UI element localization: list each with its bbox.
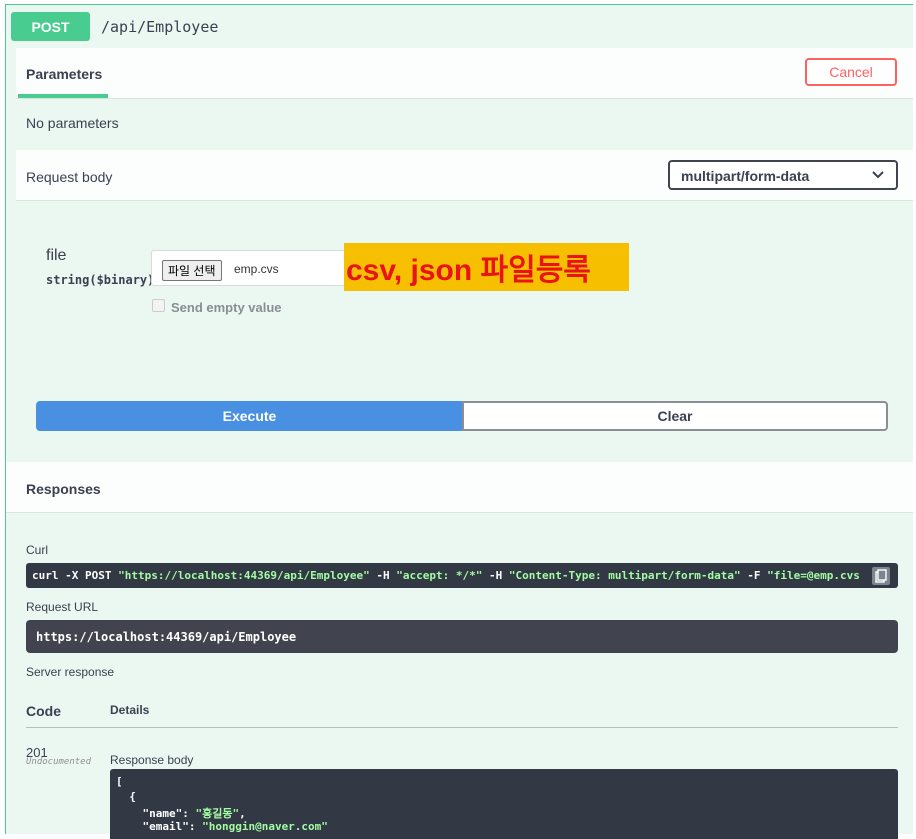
copy-icon[interactable] (872, 567, 890, 585)
request-url-label: Request URL (26, 600, 99, 614)
response-body-box[interactable]: [ { "name": "홍길동", "email": "honggin@nav… (110, 769, 898, 839)
json-value: "홍길동" (195, 807, 240, 820)
json-comma: , (239, 807, 246, 820)
request-body-header: Request body multipart/form-data (16, 150, 913, 201)
curl-content-type: "Content-Type: multipart/form-data" (508, 569, 741, 582)
curl-form-flag: -F (740, 569, 768, 582)
operation-summary[interactable]: POST /api/Employee (6, 5, 913, 47)
chevron-down-icon (872, 167, 884, 186)
no-parameters-text: No parameters (26, 115, 119, 131)
json-line: "name": "홍길동", (116, 805, 246, 821)
undocumented-label: Undocumented (26, 757, 92, 767)
parameters-header: Parameters Cancel (16, 48, 913, 99)
clear-button[interactable]: Clear (462, 401, 888, 431)
json-key: "name": (116, 807, 196, 820)
file-input[interactable]: 파일 선택 emp.cvs (151, 250, 347, 286)
curl-cmd: curl -X POST (32, 569, 119, 582)
method-badge: POST (11, 12, 90, 41)
send-empty-label: Send empty value (171, 300, 282, 315)
request-body-label: Request body (26, 169, 113, 185)
choose-file-button[interactable]: 파일 선택 (162, 260, 222, 281)
code-column-header: Code (26, 703, 61, 719)
curl-file: "file=@emp.cvs (767, 569, 860, 582)
curl-label: Curl (26, 543, 49, 557)
curl-header-flag: -H (369, 569, 397, 582)
table-divider (26, 727, 898, 728)
send-empty-checkbox[interactable] (152, 299, 165, 312)
file-field-name: file (46, 247, 67, 264)
curl-accept: "accept: */*" (396, 569, 483, 582)
tab-parameters[interactable]: Parameters (26, 66, 102, 82)
curl-header-flag-2: -H (482, 569, 509, 582)
server-response-label: Server response (26, 665, 115, 679)
responses-header: Responses (6, 462, 913, 513)
curl-command-box[interactable]: curl -X POST "https://localhost:44369/ap… (26, 563, 898, 588)
content-type-value: multipart/form-data (681, 168, 810, 184)
selected-file-name: emp.cvs (234, 262, 279, 276)
execute-button[interactable]: Execute (36, 401, 463, 431)
content-type-select[interactable]: multipart/form-data (668, 160, 898, 190)
curl-url: "https://localhost:44369/api/Employee" (118, 569, 370, 582)
request-url-box[interactable]: https://localhost:44369/api/Employee (26, 620, 898, 653)
operation-block: POST /api/Employee Parameters Cancel No … (5, 4, 913, 839)
file-field-type: string($binary) (46, 273, 155, 287)
tab-active-indicator (18, 94, 108, 98)
json-value: "honggin@naver.com" (202, 820, 328, 833)
json-key: "email": (116, 820, 203, 833)
request-url-value: https://localhost:44369/api/Employee (36, 630, 297, 644)
cancel-button[interactable]: Cancel (805, 58, 897, 86)
json-line: { (116, 790, 136, 803)
response-body-label: Response body (110, 753, 194, 767)
annotation-callout: csv, json 파일등록 (344, 243, 629, 291)
json-line: [ (116, 775, 123, 788)
json-line: "email": "honggin@naver.com" (116, 820, 328, 833)
details-column-header: Details (110, 703, 150, 717)
responses-title: Responses (26, 481, 101, 497)
operation-path: /api/Employee (101, 18, 219, 36)
